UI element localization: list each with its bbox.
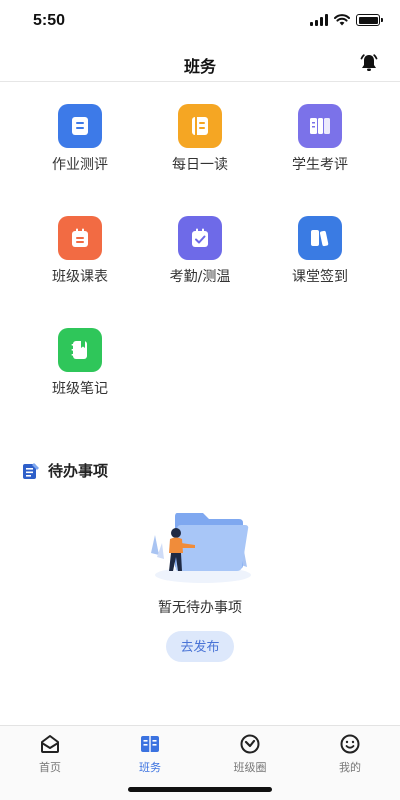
empty-text: 暂无待办事项 xyxy=(158,600,242,616)
status-time: 5:50 xyxy=(33,12,66,29)
todo-list-icon xyxy=(23,462,39,479)
tile-notes[interactable]: 班级笔记 xyxy=(25,328,135,418)
tile-label: 课堂签到 xyxy=(292,269,348,285)
bottom-tab-bar: 首页 班务 班级圈 我的 xyxy=(0,725,400,800)
empty-folder-illustration xyxy=(151,513,251,583)
tab-class-affairs[interactable]: 班务 xyxy=(100,733,200,775)
tile-label: 学生考评 xyxy=(292,157,348,173)
schedule-icon xyxy=(58,216,102,260)
tab-label: 班务 xyxy=(139,761,161,774)
student-eval-icon xyxy=(298,104,342,148)
class-affairs-icon xyxy=(141,736,159,752)
tile-checkin[interactable]: 课堂签到 xyxy=(265,216,375,306)
class-circle-icon xyxy=(240,734,260,754)
home-icon xyxy=(41,735,59,753)
tab-profile[interactable]: 我的 xyxy=(300,733,400,775)
tile-student-eval[interactable]: 学生考评 xyxy=(265,104,375,194)
profile-icon xyxy=(340,734,360,754)
tab-label: 班级圈 xyxy=(233,761,267,774)
tile-label: 作业测评 xyxy=(52,157,108,173)
todo-empty-state: 暂无待办事项 去发布 xyxy=(0,505,400,662)
tile-label: 班级笔记 xyxy=(52,381,108,397)
tile-attendance[interactable]: 考勤/测温 xyxy=(145,216,255,306)
bell-icon[interactable] xyxy=(358,52,380,74)
signal-icon xyxy=(310,14,328,26)
tab-home[interactable]: 首页 xyxy=(0,733,100,775)
attendance-icon xyxy=(178,216,222,260)
tile-daily-read[interactable]: 每日一读 xyxy=(145,104,255,194)
home-indicator xyxy=(128,787,272,792)
page-title: 班务 xyxy=(183,57,216,76)
tile-label: 考勤/测温 xyxy=(169,269,231,285)
tab-class-circle[interactable]: 班级圈 xyxy=(200,733,300,775)
tile-homework[interactable]: 作业测评 xyxy=(25,104,135,194)
tile-label: 每日一读 xyxy=(172,157,228,173)
todo-section-title: 待办事项 xyxy=(48,462,109,480)
todo-section-header: 待办事项 xyxy=(22,460,108,481)
nav-bar: 班务 xyxy=(0,44,400,82)
daily-read-icon xyxy=(178,104,222,148)
publish-button[interactable]: 去发布 xyxy=(166,631,234,662)
checkin-icon xyxy=(298,216,342,260)
homework-icon xyxy=(58,104,102,148)
tab-label: 首页 xyxy=(39,761,61,774)
notes-icon xyxy=(58,328,102,372)
battery-icon xyxy=(356,14,383,26)
status-icons xyxy=(310,14,383,26)
tab-label: 我的 xyxy=(339,761,361,774)
tile-label: 班级课表 xyxy=(52,269,108,285)
tile-schedule[interactable]: 班级课表 xyxy=(25,216,135,306)
status-bar: 5:50 xyxy=(0,0,400,44)
wifi-icon xyxy=(334,14,350,26)
